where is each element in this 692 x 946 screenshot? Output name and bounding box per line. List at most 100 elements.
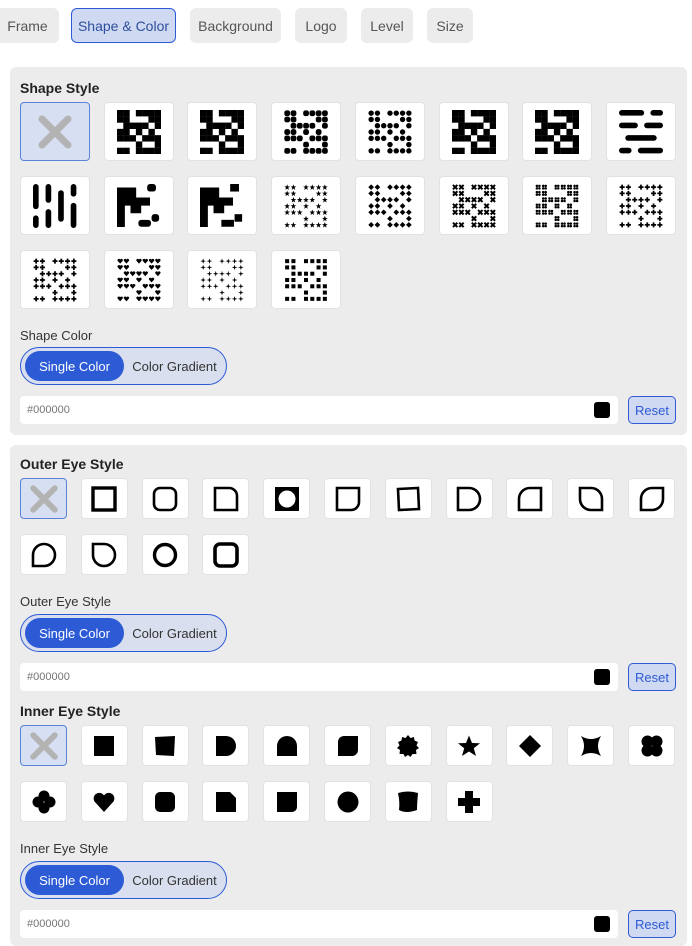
circle-frame-style-option[interactable] xyxy=(141,534,189,575)
wavy-square-style-option[interactable] xyxy=(384,781,432,822)
diamond-icon xyxy=(518,734,542,758)
square-dots-style-option[interactable] xyxy=(187,102,258,161)
heart-dots-style-option[interactable] xyxy=(103,250,174,309)
diamond-dots-style-option[interactable] xyxy=(354,176,425,235)
circle-dots-style-option[interactable] xyxy=(354,102,425,161)
cross-dots-icon xyxy=(33,258,77,302)
tab-background[interactable]: Background xyxy=(190,8,281,43)
cross-dots-style-option[interactable] xyxy=(20,250,90,309)
horizontal-bars-style-option[interactable] xyxy=(605,102,676,161)
tab-level[interactable]: Level xyxy=(361,8,413,43)
clover-style-option[interactable] xyxy=(20,781,67,822)
circle-style-option[interactable] xyxy=(324,781,371,822)
circle-icon xyxy=(336,790,360,814)
drop-frame-style-option[interactable] xyxy=(20,534,67,575)
leaf-icon xyxy=(336,734,360,758)
color-gradient-option[interactable]: Color Gradient xyxy=(125,618,224,648)
diamond-style-option[interactable] xyxy=(506,725,554,766)
plus-icon xyxy=(457,790,481,814)
circle-frame-icon xyxy=(151,541,179,569)
rounded-frame-style-option[interactable] xyxy=(141,478,189,519)
star-style-option[interactable] xyxy=(445,725,493,766)
color-gradient-option[interactable]: Color Gradient xyxy=(125,865,224,895)
thick-rounded-frame-style-option[interactable] xyxy=(202,534,250,575)
cross-circle-dots-style-option[interactable] xyxy=(522,176,593,235)
square-dots-icon xyxy=(451,109,496,154)
plus-dots-style-option[interactable] xyxy=(605,176,676,235)
plus-dots-icon xyxy=(619,184,663,228)
leaf-frame-style-option[interactable] xyxy=(506,478,554,519)
pinched-square-icon xyxy=(579,734,603,758)
connected-square-icon xyxy=(200,183,244,228)
connected-rounded-icon xyxy=(116,183,161,228)
plus-style-option[interactable] xyxy=(445,781,493,822)
single-color-option[interactable]: Single Color xyxy=(25,351,124,381)
quarter-circle-style-option[interactable] xyxy=(263,725,311,766)
rounded-corner-square-style-option[interactable] xyxy=(263,781,311,822)
square-dots-style-option[interactable] xyxy=(103,102,174,161)
corner-rounded-frame-style-option[interactable] xyxy=(324,478,371,519)
small-square-dots-style-option[interactable] xyxy=(271,250,342,309)
shape-color-swatch[interactable] xyxy=(594,402,610,418)
x-dots-style-option[interactable] xyxy=(438,176,509,235)
color-gradient-option[interactable]: Color Gradient xyxy=(125,351,224,381)
square-dots-style-option[interactable] xyxy=(438,102,509,161)
none-style-option[interactable] xyxy=(20,725,67,766)
leaf-frame-style-option[interactable] xyxy=(567,478,615,519)
none-icon xyxy=(29,484,59,514)
square-dots-icon xyxy=(535,109,580,154)
shape-color-input[interactable] xyxy=(27,396,567,424)
skewed-frame-style-option[interactable] xyxy=(384,478,432,519)
outer-eye-reset-button[interactable]: Reset xyxy=(628,663,676,691)
vertical-bars-style-option[interactable] xyxy=(20,176,90,235)
outer-eye-color-input[interactable] xyxy=(27,663,567,691)
tab-frame[interactable]: Frame xyxy=(0,8,59,43)
x-dots-icon xyxy=(451,183,496,228)
corner-rounded-frame-icon xyxy=(334,485,362,513)
small-square-dots-icon xyxy=(284,258,328,302)
shape-color-reset-button[interactable]: Reset xyxy=(628,396,676,424)
tab-shape-color[interactable]: Shape & Color xyxy=(71,8,176,43)
half-round-style-option[interactable] xyxy=(202,725,250,766)
leaf-frame-icon xyxy=(577,485,605,513)
inner-eye-reset-button[interactable]: Reset xyxy=(628,910,676,938)
tab-size[interactable]: Size xyxy=(427,8,473,43)
single-color-option[interactable]: Single Color xyxy=(25,618,124,648)
outer-eye-color-swatch[interactable] xyxy=(594,669,610,685)
badge-style-option[interactable] xyxy=(384,725,432,766)
rounded-frame-icon xyxy=(151,485,179,513)
pinched-square-style-option[interactable] xyxy=(567,725,615,766)
connected-square-style-option[interactable] xyxy=(187,176,258,235)
star-dots-style-option[interactable] xyxy=(271,176,342,235)
single-color-option[interactable]: Single Color xyxy=(25,865,124,895)
drop-frame-style-option[interactable] xyxy=(80,534,128,575)
leaf-frame-style-option[interactable] xyxy=(445,478,493,519)
square-frame-style-option[interactable] xyxy=(80,478,128,519)
leaf-right-frame-style-option[interactable] xyxy=(202,478,250,519)
sparkle-dots-style-option[interactable] xyxy=(187,250,258,309)
corner-cut-square-style-option[interactable] xyxy=(202,781,250,822)
square-dots-style-option[interactable] xyxy=(522,102,593,161)
inner-eye-color-swatch[interactable] xyxy=(594,916,610,932)
inner-eye-color-label: Inner Eye Style xyxy=(20,841,109,856)
connected-rounded-style-option[interactable] xyxy=(103,176,174,235)
leaf-frame-style-option[interactable] xyxy=(628,478,675,519)
circle-in-square-frame-style-option[interactable] xyxy=(263,478,311,519)
inner-eye-color-input[interactable] xyxy=(27,910,567,938)
rounded-dots-style-option[interactable] xyxy=(271,102,342,161)
skewed-square-style-option[interactable] xyxy=(141,725,189,766)
four-lobe-icon xyxy=(640,734,664,758)
wavy-square-icon xyxy=(396,790,420,814)
leaf-style-option[interactable] xyxy=(324,725,371,766)
leaf-frame-icon xyxy=(638,485,666,513)
tab-logo[interactable]: Logo xyxy=(295,8,347,43)
leaf-frame-icon xyxy=(516,485,544,513)
none-style-option[interactable] xyxy=(20,478,67,519)
rounded-square-style-option[interactable] xyxy=(141,781,189,822)
clover-icon xyxy=(32,790,56,814)
heart-style-option[interactable] xyxy=(80,781,128,822)
none-icon xyxy=(29,731,59,761)
four-lobe-style-option[interactable] xyxy=(628,725,675,766)
none-style-option[interactable] xyxy=(20,102,90,161)
square-style-option[interactable] xyxy=(80,725,128,766)
